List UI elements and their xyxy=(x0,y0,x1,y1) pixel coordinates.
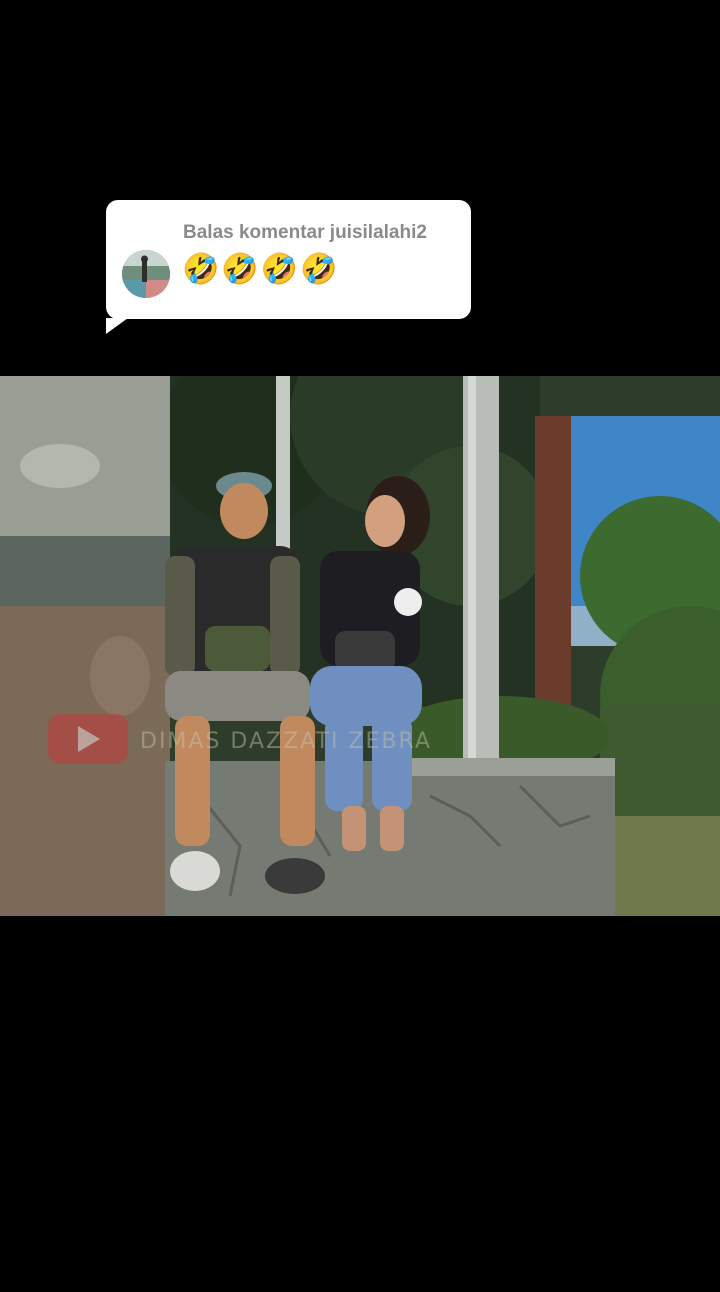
reply-comment-bubble[interactable]: Balas komentar juisilalahi2 🤣🤣🤣🤣 xyxy=(106,200,471,334)
reply-comment-text: 🤣🤣🤣🤣 xyxy=(182,253,340,286)
video-watermark-text: DIMAS DAZZATI ZEBRA xyxy=(140,729,432,754)
youtube-watermark-icon xyxy=(48,714,128,764)
video-player[interactable]: DIMAS DAZZATI ZEBRA xyxy=(0,376,720,916)
reply-title: Balas komentar juisilalahi2 xyxy=(183,222,427,243)
video-frame-image: DIMAS DAZZATI ZEBRA xyxy=(0,376,720,916)
commenter-avatar[interactable] xyxy=(122,250,170,298)
